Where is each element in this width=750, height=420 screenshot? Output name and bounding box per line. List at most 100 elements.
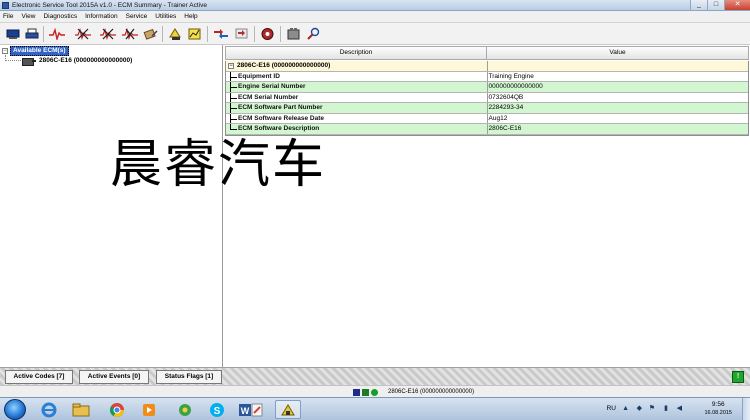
- ecm-module-icon: [22, 57, 36, 66]
- taskbar: S W RU ▲ ◆ ⚑ ▮ ◀ 9:56 16.08.2015: [0, 397, 750, 420]
- window-controls: _ □ ✕: [690, 0, 750, 10]
- tree-item-label[interactable]: 2806C-E16 (000000000000000): [39, 56, 132, 65]
- logged-codes-icon[interactable]: [99, 26, 116, 42]
- menu-information[interactable]: Information: [85, 11, 118, 23]
- column-header-description[interactable]: Description: [225, 46, 487, 60]
- print-icon[interactable]: [23, 26, 40, 42]
- toolbar-separator: [207, 26, 208, 42]
- toolbar-separator: [280, 26, 281, 42]
- ecm-summary-grid: Description Value − 2806C-E16 (000000000…: [225, 45, 750, 367]
- minimize-button[interactable]: _: [690, 0, 707, 10]
- row-label: ECM Software Description: [238, 125, 320, 132]
- tray-arrow-icon[interactable]: ▲: [622, 404, 629, 413]
- grid-header: Description Value: [225, 46, 750, 60]
- group-value-cell: [488, 61, 749, 71]
- menu-utilities[interactable]: Utilities: [155, 11, 176, 23]
- menu-service[interactable]: Service: [126, 11, 148, 23]
- search-icon[interactable]: [305, 26, 322, 42]
- menu-help[interactable]: Help: [184, 11, 197, 23]
- menu-bar: File View Diagnostics Information Servic…: [0, 11, 750, 23]
- show-desktop-button[interactable]: [742, 398, 750, 420]
- toolbar-separator: [162, 26, 163, 42]
- row-description: Equipment ID: [226, 71, 488, 81]
- row-description: Engine Serial Number: [226, 82, 488, 92]
- service-tool-icon[interactable]: [275, 400, 301, 419]
- tray-app-icon[interactable]: ◆: [637, 404, 642, 413]
- file-explorer-icon[interactable]: [68, 400, 94, 419]
- tree-root[interactable]: − Available ECM(s): [2, 46, 69, 56]
- media-player-icon[interactable]: [136, 400, 162, 419]
- column-header-value[interactable]: Value: [487, 46, 749, 60]
- status-dot-icon: [371, 389, 378, 396]
- table-row[interactable]: ECM Software Description 2806C-E16: [226, 124, 748, 135]
- graph-icon[interactable]: [186, 26, 203, 42]
- tree-item-ecm[interactable]: 2806C-E16 (000000000000000): [22, 56, 132, 66]
- tree-connector: [230, 124, 238, 134]
- row-label: Engine Serial Number: [238, 83, 306, 90]
- configuration-icon[interactable]: [212, 26, 229, 42]
- maximize-button[interactable]: □: [707, 0, 724, 10]
- app-icon: [2, 2, 9, 9]
- events-icon[interactable]: [121, 26, 138, 42]
- window-title: Electronic Service Tool 2015A v1.0 - ECM…: [12, 2, 207, 9]
- active-codes-icon[interactable]: [74, 26, 91, 42]
- table-row[interactable]: ECM Software Release Date Aug12: [226, 113, 748, 124]
- table-row[interactable]: ECM Software Part Number 2284293-34: [226, 103, 748, 114]
- collapse-toggle-icon[interactable]: −: [2, 48, 8, 54]
- action-center-icon[interactable]: ⚑: [649, 404, 655, 413]
- flash-icon[interactable]: [233, 26, 250, 42]
- internet-explorer-icon[interactable]: [36, 400, 62, 419]
- paint-icon[interactable]: [244, 400, 270, 419]
- row-value: 000000000000000: [488, 83, 543, 90]
- tree-connector: [6, 60, 21, 61]
- service-icon[interactable]: [259, 26, 276, 42]
- watermark-text: 晨睿汽车: [110, 135, 327, 195]
- collapse-toggle-icon[interactable]: −: [228, 62, 234, 69]
- row-value: 2284293-34: [488, 104, 524, 111]
- group-label-cell: − 2806C-E16 (000000000000000): [226, 61, 488, 71]
- tree-connector: [230, 82, 238, 92]
- volume-icon[interactable]: ◀: [677, 404, 682, 413]
- status-icon[interactable]: [167, 26, 184, 42]
- menu-file[interactable]: File: [3, 11, 13, 23]
- row-description: ECM Software Release Date: [226, 113, 488, 123]
- table-row[interactable]: Equipment ID Training Engine: [226, 71, 748, 82]
- tab-active-codes[interactable]: Active Codes [7]: [5, 370, 73, 384]
- row-value: 2806C-E16: [488, 125, 522, 132]
- start-button[interactable]: [4, 399, 26, 420]
- tab-status-flags[interactable]: Status Flags [1]: [156, 370, 222, 384]
- row-label: Equipment ID: [238, 72, 280, 80]
- toolbar-separator: [43, 26, 44, 42]
- menu-view[interactable]: View: [21, 11, 35, 23]
- table-row[interactable]: Engine Serial Number 000000000000000: [226, 82, 748, 93]
- menu-diagnostics[interactable]: Diagnostics: [43, 11, 77, 23]
- row-description: ECM Software Description: [226, 124, 488, 134]
- connection-status-icons: [353, 389, 380, 396]
- ecm-icon[interactable]: [285, 26, 302, 42]
- table-row[interactable]: ECM Serial Number 0732604QB: [226, 92, 748, 103]
- language-indicator[interactable]: RU: [607, 404, 616, 413]
- skype-icon[interactable]: S: [204, 400, 230, 419]
- grid-group-row[interactable]: − 2806C-E16 (000000000000000): [226, 61, 748, 72]
- status-bar: 2806C-E16 (000000000000000): [0, 385, 750, 397]
- connect-icon[interactable]: [4, 26, 21, 42]
- title-bar: Electronic Service Tool 2015A v1.0 - ECM…: [0, 0, 750, 11]
- clock-time: 9:56: [711, 401, 725, 408]
- chrome-icon[interactable]: [104, 400, 130, 419]
- row-label: ECM Serial Number: [238, 93, 299, 101]
- tree-root-label[interactable]: Available ECM(s): [10, 46, 69, 56]
- tree-connector: [230, 113, 238, 123]
- puzzle-app-icon[interactable]: [172, 400, 198, 419]
- tab-active-events[interactable]: Active Events [0]: [79, 370, 149, 384]
- clock[interactable]: 9:56 16.08.2015: [704, 400, 732, 417]
- logged-events-icon[interactable]: [142, 26, 159, 42]
- network-icon[interactable]: ▮: [664, 404, 668, 413]
- alert-indicator-icon[interactable]: !: [732, 371, 744, 383]
- toolbar: [0, 23, 750, 45]
- heartbeat-icon[interactable]: [48, 26, 65, 42]
- ecm-tree-panel: − Available ECM(s) 2806C-E16 (0000000000…: [0, 45, 223, 367]
- svg-text:S: S: [214, 406, 221, 417]
- row-label: ECM Software Part Number: [238, 104, 323, 111]
- close-button[interactable]: ✕: [724, 0, 750, 10]
- row-description: ECM Software Part Number: [226, 103, 488, 113]
